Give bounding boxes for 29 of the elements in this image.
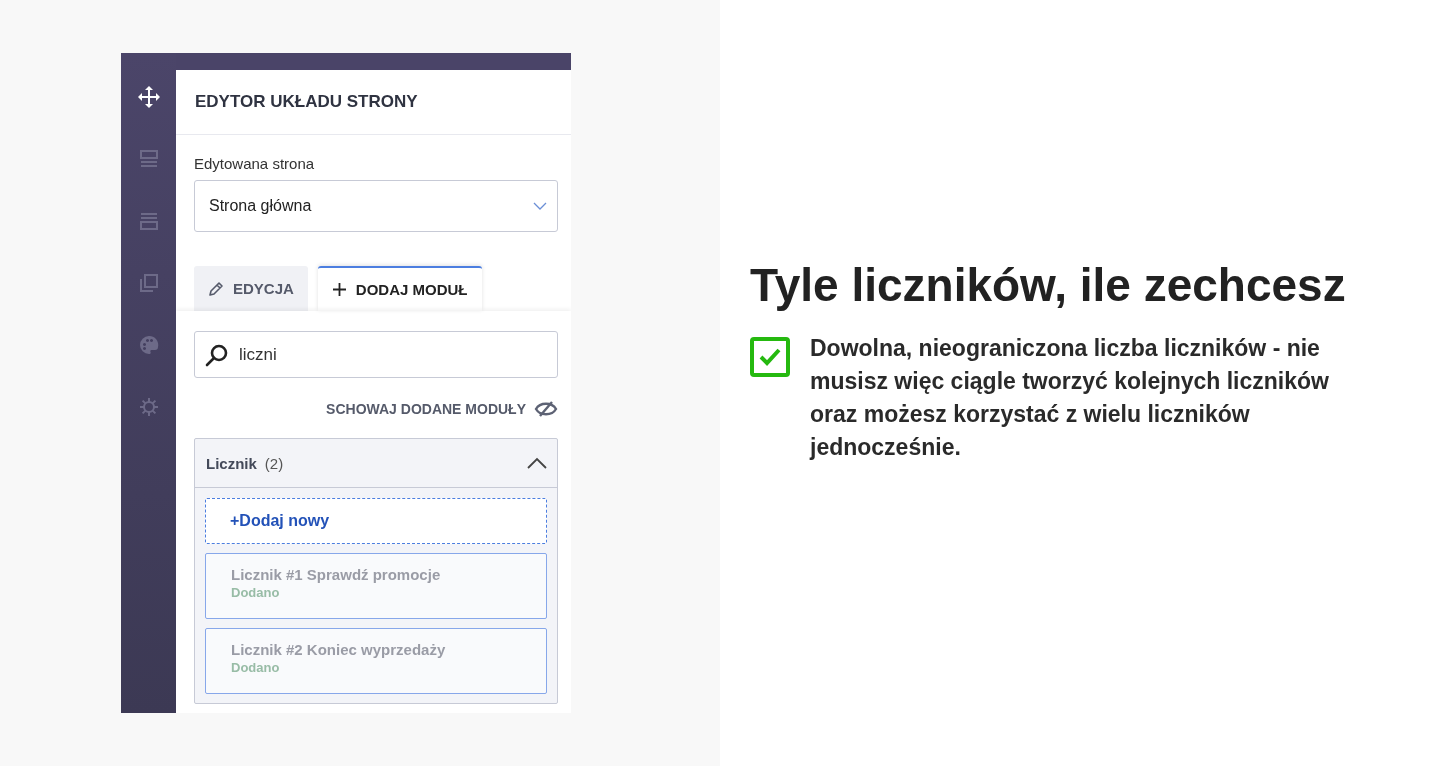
layout-icon[interactable]	[138, 149, 159, 169]
feature-text: Dowolna, nieograniczona liczba liczników - nie musisz więc ciągle tworzyć kolejnych liczników oraz możesz korzystać z wielu liczników jednocześnie.	[810, 334, 1330, 462]
move-icon[interactable]	[137, 86, 160, 108]
module-status: Dodano	[231, 660, 281, 675]
chevron-up-icon[interactable]	[527, 457, 547, 469]
palette-icon[interactable]	[138, 335, 159, 355]
module-name: Licznik #2 Koniec wyprzedaży	[231, 641, 447, 658]
add-new-button[interactable]: +Dodaj nowy	[205, 498, 547, 544]
group-header[interactable]: Licznik (2)	[195, 439, 557, 488]
module-status: Dodano	[231, 585, 281, 600]
module-name: Licznik #1 Sprawdź promocje	[231, 566, 442, 583]
pencil-icon	[208, 280, 224, 297]
page-select[interactable]: Strona główna	[194, 180, 558, 232]
layout-icon[interactable]	[138, 211, 159, 231]
tab[interactable]: EDYCJA	[194, 266, 308, 311]
field-label: Edytowana strona	[194, 155, 316, 172]
group-count: (2)	[264, 454, 285, 472]
plus-icon	[331, 282, 347, 297]
panel-title: EDYTOR UKŁADU STRONY	[195, 92, 418, 112]
group-title: Licznik	[206, 454, 257, 472]
chevron-down-icon	[533, 202, 547, 210]
promo-heading: Tyle liczników, ile zechcesz	[750, 258, 1347, 312]
search-field[interactable]: liczni	[194, 331, 558, 378]
copy-icon[interactable]	[138, 273, 159, 293]
settings-icon[interactable]	[138, 397, 159, 417]
eye-slash-icon[interactable]	[534, 400, 558, 418]
hide-added-link[interactable]: SCHOWAJ DODANE MODUŁY	[326, 401, 526, 417]
tab[interactable]: DODAJ MODUŁ	[317, 266, 482, 311]
search-icon	[205, 342, 229, 367]
